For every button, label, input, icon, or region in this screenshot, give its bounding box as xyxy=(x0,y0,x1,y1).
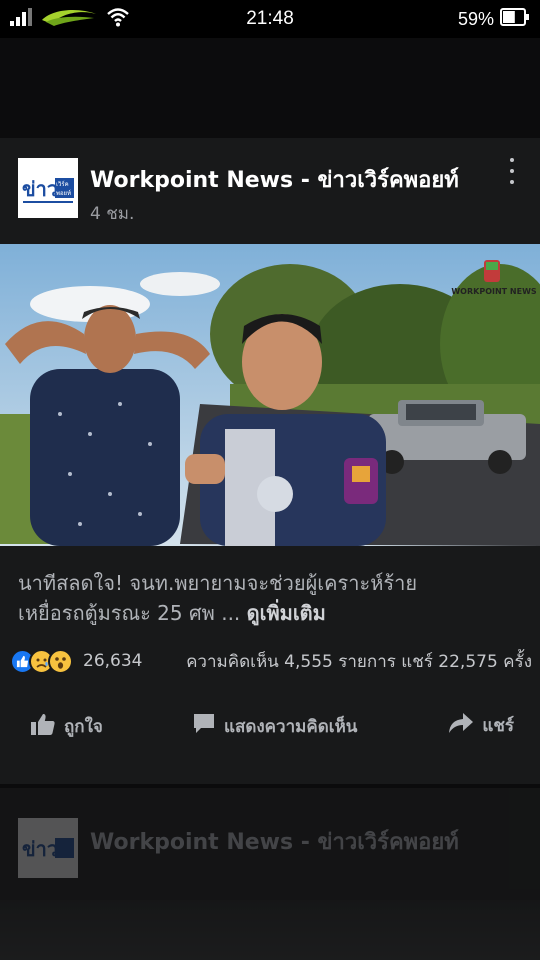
like-label: ถูกใจ xyxy=(64,717,103,737)
next-post-card[interactable]: ข่าว Workpoint News - ข่าวเวิร์คพอยท์ xyxy=(0,788,540,960)
workpoint-logo-icon: ข่าว เวิร์ค พอยท์ xyxy=(22,177,74,203)
svg-text:เวิร์ค: เวิร์ค xyxy=(56,180,69,188)
like-button[interactable]: ถูกใจ xyxy=(30,712,103,741)
status-bar: 21:48 59% xyxy=(0,0,540,38)
svg-text:ข่าว: ข่าว xyxy=(22,837,58,861)
share-label: แชร์ xyxy=(482,716,514,736)
caption-line-1: นาทีสลดใจ! จนท.พยายามจะช่วยผู้เคราะห์ร้า… xyxy=(18,571,418,595)
post-card: ข่าว เวิร์ค พอยท์ Workpoint News - ข่าวเ… xyxy=(0,138,540,784)
video-frame: WORKPOINT NEWS xyxy=(0,244,540,546)
video-player[interactable]: WORKPOINT NEWS xyxy=(0,244,540,546)
caption-line-2: เหยื่อรถตู้มรณะ 25 ศพ ... xyxy=(18,601,241,625)
wow-reaction-icon xyxy=(48,648,73,674)
post-actions: ถูกใจ แสดงความคิดเห็น แชร์ xyxy=(0,700,540,750)
thumbs-up-icon xyxy=(30,712,56,741)
video-watermark: WORKPOINT NEWS xyxy=(451,287,537,296)
post-caption: นาทีสลดใจ! จนท.พยายามจะช่วยผู้เคราะห์ร้า… xyxy=(18,568,528,628)
share-arrow-icon xyxy=(448,712,474,739)
battery-percent: 59% xyxy=(457,8,494,29)
next-page-name[interactable]: Workpoint News - ข่าวเวิร์คพอยท์ xyxy=(90,824,459,859)
more-options-icon[interactable] xyxy=(508,158,516,184)
comments-shares-count[interactable]: ความคิดเห็น 4,555 รายการ แชร์ 22,575 ครั… xyxy=(186,648,532,675)
comment-button[interactable]: แสดงความคิดเห็น xyxy=(192,712,357,741)
svg-text:พอยท์: พอยท์ xyxy=(56,189,71,197)
see-more-link[interactable]: ดูเพิ่มเติม xyxy=(247,601,326,625)
page-avatar[interactable]: ข่าว เวิร์ค พอยท์ xyxy=(18,158,78,218)
reaction-count[interactable]: 26,634 xyxy=(83,651,142,671)
next-post-media xyxy=(0,900,540,960)
reaction-icons[interactable] xyxy=(10,648,73,674)
workpoint-logo-icon: ข่าว xyxy=(22,837,74,861)
page-name[interactable]: Workpoint News - ข่าวเวิร์คพอยท์ xyxy=(90,162,459,197)
feed-top-spacer xyxy=(0,38,540,138)
post-timestamp[interactable]: 4 ชม. xyxy=(90,200,134,227)
post-stats: 26,634 ความคิดเห็น 4,555 รายการ แชร์ 22,… xyxy=(10,646,532,676)
comment-label: แสดงความคิดเห็น xyxy=(224,717,358,737)
svg-text:ข่าว: ข่าว xyxy=(22,177,58,201)
comment-bubble-icon xyxy=(192,712,216,741)
share-button[interactable]: แชร์ xyxy=(448,712,514,739)
battery-icon xyxy=(500,8,530,30)
next-page-avatar[interactable]: ข่าว xyxy=(18,818,78,878)
